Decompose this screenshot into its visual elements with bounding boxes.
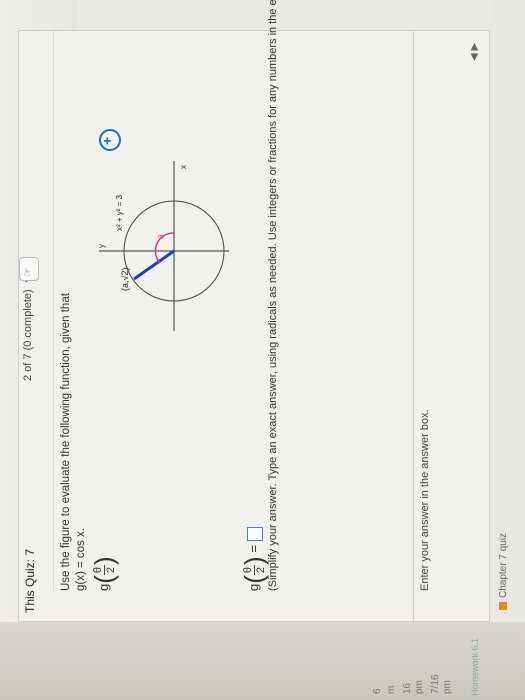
- frac-num: θ: [92, 564, 105, 576]
- nav-item[interactable]: 7/16: [430, 675, 441, 694]
- nav-item: 6: [372, 688, 383, 694]
- answer-input[interactable]: [246, 527, 263, 542]
- unit-circle-figure: (a,√2) x² + y² = 3 y x θ: [64, 151, 234, 351]
- question-nav-arrows[interactable]: ◀ ▶: [469, 43, 480, 61]
- homework-link[interactable]: Homework 6.1: [470, 638, 480, 696]
- equals-sign: =: [245, 545, 261, 553]
- chapter-label: Chapter 7 quiz: [498, 532, 509, 598]
- answer-line: g(θ 2) =: [239, 527, 270, 591]
- frac-den: 2: [105, 566, 117, 574]
- lhs-func: g: [245, 583, 261, 591]
- chapter-quiz-item[interactable]: Chapter 7 quiz: [498, 533, 509, 610]
- paren-left: (: [89, 575, 119, 584]
- x-axis-label: x: [179, 165, 188, 169]
- question-panel: This Quiz: 7 2 of 7 (0 complete) ▾ ☞ Use…: [18, 0, 490, 622]
- bottom-bar: Chapter 7 quiz: [490, 0, 525, 622]
- figure-svg: (a,√2) x² + y² = 3 y x θ: [97, 161, 229, 331]
- y-axis-label: y: [97, 244, 106, 248]
- fraction: θ2: [92, 564, 117, 576]
- paren-right: ): [89, 556, 119, 565]
- frac-den: 2: [255, 566, 267, 574]
- answer-instructions: (Simplify your answer. Type an exact ans…: [267, 0, 279, 591]
- divider: [413, 31, 414, 621]
- frac-num: θ: [242, 564, 255, 576]
- nav-item: pm: [414, 680, 425, 694]
- footer-message: Enter your answer in the answer box.: [419, 409, 431, 591]
- quiz-progress[interactable]: 2 of 7 (0 complete) ▾: [21, 277, 34, 381]
- given-expression: g(θ 2): [89, 556, 120, 591]
- nav-item: pm: [442, 680, 453, 694]
- quiz-square-icon: [499, 602, 508, 610]
- progress-text: 2 of 7 (0 complete): [22, 289, 34, 381]
- theta-label: θ: [157, 234, 166, 239]
- zoom-in-icon[interactable]: [99, 129, 121, 151]
- paren-right: ): [239, 556, 269, 565]
- nav-item: m: [386, 685, 397, 694]
- nav-item[interactable]: 16: [402, 683, 413, 694]
- fraction: θ2: [242, 564, 267, 576]
- expr-func: g: [95, 583, 111, 591]
- photo-stage: 7/16 pm 16 pm m 6 Homework 6.1 This Quiz…: [0, 0, 525, 700]
- point-label: (a,√2): [120, 268, 130, 291]
- help-button[interactable]: ☞: [19, 257, 39, 281]
- screen: 7/16 pm 16 pm m 6 Homework 6.1 This Quiz…: [0, 0, 525, 700]
- circle-equation: x² + y² = 3: [115, 194, 124, 231]
- divider: [53, 31, 54, 591]
- quiz-title: This Quiz: 7: [23, 548, 37, 613]
- pointer-hand-icon: ☞: [22, 267, 34, 277]
- paren-left: (: [239, 575, 269, 584]
- left-nav: 7/16 pm 16 pm m 6 Homework 6.1: [0, 622, 525, 700]
- terminal-ray: [133, 249, 175, 281]
